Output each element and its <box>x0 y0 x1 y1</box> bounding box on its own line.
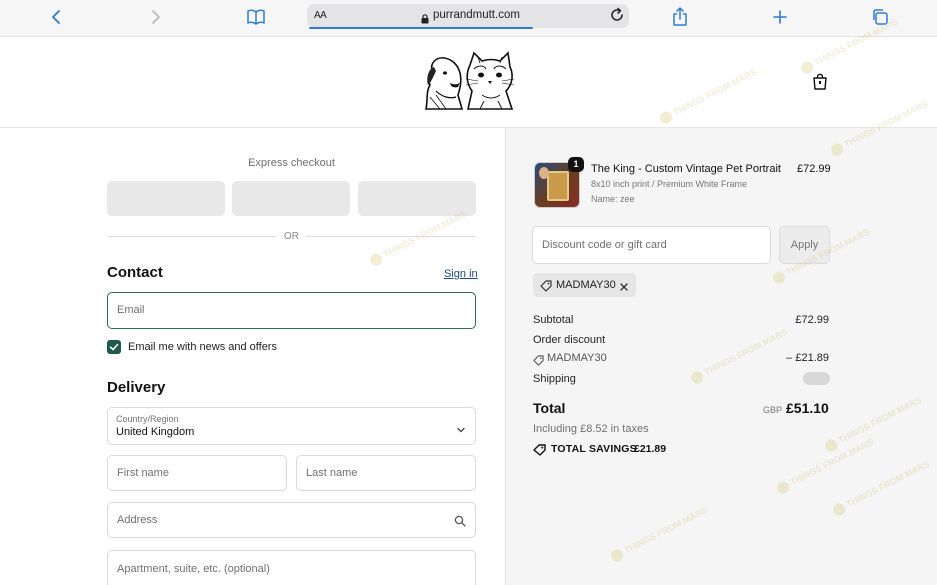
total-label: Total <box>533 400 566 416</box>
address-bar[interactable]: AA purrandmutt.com <box>307 4 629 29</box>
apartment-field[interactable]: Apartment, suite, etc. (optional) <box>107 550 476 585</box>
text-size-button[interactable]: AA <box>314 10 327 21</box>
total-savings-label: TOTAL SAVINGS <box>551 443 637 455</box>
last-name-field[interactable]: Last name <box>296 455 476 491</box>
first-name-placeholder: First name <box>117 467 169 479</box>
url-text: purrandmutt.com <box>433 9 520 21</box>
store-logo[interactable] <box>422 51 515 116</box>
portrait-frame <box>547 171 569 201</box>
share-icon[interactable] <box>668 6 692 28</box>
first-name-field[interactable]: First name <box>107 455 287 491</box>
close-icon[interactable] <box>619 279 629 297</box>
total-currency: GBP <box>763 405 783 415</box>
site-header <box>0 37 937 128</box>
chevron-down-icon <box>456 421 466 439</box>
product-name: The King - Custom Vintage Pet Portrait <box>591 163 781 175</box>
or-divider: OR <box>107 231 476 243</box>
total-value: £51.10 <box>786 400 829 416</box>
shipping-label: Shipping <box>533 373 576 385</box>
discount-code-field[interactable]: Discount code or gift card <box>532 226 771 264</box>
reload-icon[interactable] <box>609 7 625 28</box>
quantity-badge: 1 <box>568 157 584 172</box>
browser-toolbar: AA purrandmutt.com <box>0 0 937 37</box>
discount-code-line: MADMAY30 <box>547 352 607 364</box>
product-variant: 8x10 inch print / Premium White Frame <box>591 179 748 189</box>
apartment-placeholder: Apartment, suite, etc. (optional) <box>117 563 270 575</box>
email-placeholder: Email <box>117 304 145 316</box>
express-checkout-label: Express checkout <box>248 157 335 169</box>
back-icon[interactable] <box>44 6 68 28</box>
portrait-figure <box>539 167 549 179</box>
delivery-heading: Delivery <box>107 379 166 396</box>
tag-icon <box>540 279 552 297</box>
search-icon <box>454 514 466 532</box>
email-field[interactable]: Email <box>107 292 476 329</box>
product-personalization: Name: zee <box>591 194 635 204</box>
bookmarks-icon[interactable] <box>244 6 268 28</box>
applied-code-text: MADMAY30 <box>556 279 616 291</box>
tax-note: Including £8.52 in taxes <box>533 423 649 435</box>
country-value: United Kingdom <box>116 426 195 438</box>
total-savings-value: £21.89 <box>634 443 667 455</box>
apply-discount-button[interactable]: Apply <box>779 226 830 264</box>
savings-tag-icon <box>533 443 546 461</box>
subtotal-value: £72.99 <box>795 314 829 326</box>
express-pay-button-3[interactable] <box>358 181 476 216</box>
product-price: £72.99 <box>797 163 831 175</box>
discount-amount: – £21.89 <box>786 352 829 364</box>
check-icon <box>109 343 119 351</box>
country-select[interactable]: Country/Region United Kingdom <box>107 407 476 445</box>
tabs-overview-icon[interactable] <box>868 6 892 28</box>
shipping-loading-placeholder <box>803 372 830 385</box>
shopping-bag-icon[interactable] <box>812 73 828 95</box>
sign-in-link[interactable]: Sign in <box>444 268 478 280</box>
page-load-progress <box>309 27 533 29</box>
order-discount-label: Order discount <box>533 334 606 346</box>
contact-heading: Contact <box>107 264 163 281</box>
subtotal-label: Subtotal <box>533 314 574 326</box>
discount-tag-icon <box>533 353 544 371</box>
newsletter-label: Email me with news and offers <box>128 341 277 353</box>
address-field[interactable]: Address <box>107 502 476 538</box>
applied-discount-tag: MADMAY30 <box>533 273 636 297</box>
new-tab-icon[interactable] <box>768 6 792 28</box>
country-label: Country/Region <box>116 414 179 424</box>
address-placeholder: Address <box>117 514 158 526</box>
discount-placeholder: Discount code or gift card <box>542 239 667 251</box>
newsletter-checkbox[interactable] <box>107 340 121 354</box>
express-pay-button-1[interactable] <box>107 181 225 216</box>
last-name-placeholder: Last name <box>306 467 358 479</box>
forward-icon[interactable] <box>144 6 168 28</box>
divider-line-right <box>306 236 476 237</box>
express-pay-button-2[interactable] <box>232 181 350 216</box>
